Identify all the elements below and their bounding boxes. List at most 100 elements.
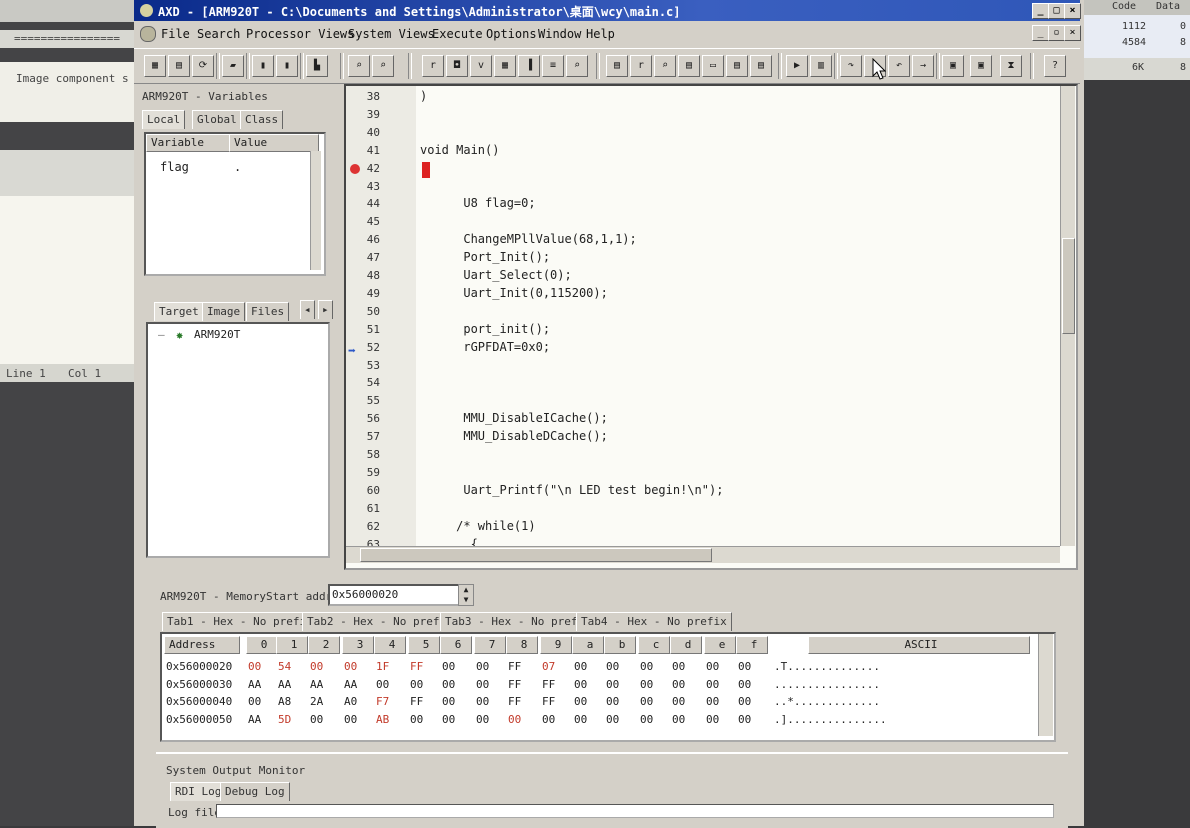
menu-search[interactable]: Search: [197, 27, 240, 41]
variables-scrollbar[interactable]: [310, 151, 321, 270]
memory-byte[interactable]: 00: [672, 678, 685, 691]
memory-byte[interactable]: 00: [248, 660, 261, 673]
code-line[interactable]: Uart_Printf("\n LED test begin!\n");: [420, 483, 723, 497]
memory-byte[interactable]: 00: [640, 660, 653, 673]
memory-byte[interactable]: 00: [476, 695, 489, 708]
minimize-button[interactable]: _: [1032, 3, 1049, 19]
code-line[interactable]: ): [420, 89, 427, 103]
load-debug-icon[interactable]: ▤: [168, 55, 190, 77]
memory-column-header[interactable]: 1: [276, 636, 308, 654]
memory-column-header[interactable]: c: [638, 636, 670, 654]
memory-byte[interactable]: F7: [376, 695, 389, 708]
memory-column-header[interactable]: e: [704, 636, 736, 654]
memory-column-header[interactable]: Address: [164, 636, 240, 654]
memory-column-header[interactable]: d: [670, 636, 702, 654]
memory-byte[interactable]: 00: [574, 713, 587, 726]
sys-view-2-icon[interactable]: r: [630, 55, 652, 77]
mdi-restore-button[interactable]: ▫: [1048, 25, 1065, 41]
mdi-minimize-button[interactable]: _: [1032, 25, 1049, 41]
log-file-field[interactable]: [216, 804, 1054, 818]
code-line[interactable]: port_init();: [420, 322, 550, 336]
memory-byte[interactable]: 00: [508, 713, 521, 726]
go-icon[interactable]: ▶: [786, 55, 808, 77]
memory-byte[interactable]: 5D: [278, 713, 291, 726]
code-line[interactable]: rGPFDAT=0x0;: [420, 340, 550, 354]
doc-icon[interactable]: [140, 26, 156, 42]
memory-tab-2[interactable]: Tab2 - Hex - No prefix: [302, 612, 458, 631]
sys-view-5-icon[interactable]: ▭: [702, 55, 724, 77]
memory-column-header[interactable]: a: [572, 636, 604, 654]
memory-column-header[interactable]: 2: [308, 636, 340, 654]
memory-byte[interactable]: 00: [310, 660, 323, 673]
find-icon[interactable]: ⌕: [348, 55, 370, 77]
memory-byte[interactable]: FF: [508, 695, 521, 708]
help-icon[interactable]: ?: [1044, 55, 1066, 77]
memory-byte[interactable]: 00: [476, 713, 489, 726]
memory-byte[interactable]: FF: [410, 660, 423, 673]
memory-byte[interactable]: AB: [376, 713, 389, 726]
memory-byte[interactable]: 00: [738, 695, 751, 708]
memory-byte[interactable]: 00: [574, 678, 587, 691]
hscroll-thumb[interactable]: [360, 548, 712, 562]
tab-scroll-right[interactable]: ▸: [318, 300, 333, 319]
menu-processor-views[interactable]: Processor Views: [246, 27, 354, 41]
memory-byte[interactable]: FF: [410, 695, 423, 708]
memory-byte[interactable]: 00: [706, 713, 719, 726]
memory-tab-1[interactable]: Tab1 - Hex - No prefix: [162, 612, 318, 631]
memory-tab-4[interactable]: Tab4 - Hex - No prefix: [576, 612, 732, 631]
memory-byte[interactable]: 00: [476, 660, 489, 673]
watchpoint-icon[interactable]: ▣: [970, 55, 992, 77]
variable-value[interactable]: .: [234, 160, 241, 174]
memory-byte[interactable]: 00: [672, 695, 685, 708]
menu-file[interactable]: File: [161, 27, 190, 41]
inspect-icon[interactable]: ⌕: [566, 55, 588, 77]
sys-view-4-icon[interactable]: ▤: [678, 55, 700, 77]
memory-byte[interactable]: 00: [344, 660, 357, 673]
memory-byte[interactable]: 00: [344, 713, 357, 726]
memory-byte[interactable]: 1F: [376, 660, 389, 673]
tab-rdi-log[interactable]: RDI Log: [170, 782, 227, 801]
memory-byte[interactable]: 00: [706, 660, 719, 673]
code-editor[interactable]: 38) 39 40 41 void Main() 42 43 44 U8 flag=0; 45 4…: [344, 84, 1078, 570]
tab-debug-log[interactable]: Debug Log: [220, 782, 290, 801]
registers-icon[interactable]: r: [422, 55, 444, 77]
load-image-icon[interactable]: ▦: [144, 55, 166, 77]
memory-byte[interactable]: 07: [542, 660, 555, 673]
memory-byte[interactable]: 00: [410, 713, 423, 726]
save-icon[interactable]: ▮: [252, 55, 274, 77]
run-to-cursor-icon[interactable]: →: [912, 55, 934, 77]
memory-byte[interactable]: A8: [278, 695, 291, 708]
menu-system-views[interactable]: System Views: [348, 27, 435, 41]
start-address-input[interactable]: 0x56000020: [328, 584, 462, 606]
column-value[interactable]: Value: [229, 134, 319, 152]
memory-byte[interactable]: 00: [376, 678, 389, 691]
memory-icon[interactable]: ▦: [494, 55, 516, 77]
code-line[interactable]: Port_Init();: [420, 250, 550, 264]
memory-byte[interactable]: FF: [508, 678, 521, 691]
tab-target[interactable]: Target: [154, 302, 204, 321]
column-variable[interactable]: Variable: [146, 134, 230, 152]
sys-view-7-icon[interactable]: ▤: [750, 55, 772, 77]
tab-global[interactable]: Global: [192, 110, 242, 129]
memory-byte[interactable]: 00: [542, 713, 555, 726]
code-line[interactable]: Uart_Select(0);: [420, 268, 571, 282]
memory-byte[interactable]: 00: [574, 660, 587, 673]
editor-vertical-scrollbar[interactable]: [1060, 86, 1075, 546]
variable-name[interactable]: flag: [160, 160, 189, 174]
memory-scrollbar[interactable]: [1038, 634, 1053, 736]
memory-column-header[interactable]: ASCII: [808, 636, 1030, 654]
memory-byte[interactable]: 2A: [310, 695, 323, 708]
memory-byte[interactable]: 00: [442, 713, 455, 726]
memory-byte[interactable]: 00: [672, 660, 685, 673]
disassembly-icon[interactable]: ≡: [542, 55, 564, 77]
watch-icon[interactable]: ◘: [446, 55, 468, 77]
memory-column-header[interactable]: 4: [374, 636, 406, 654]
memory-byte[interactable]: A0: [344, 695, 357, 708]
save-all-icon[interactable]: ▮: [276, 55, 298, 77]
menu-options[interactable]: Options: [486, 27, 537, 41]
memory-column-header[interactable]: 9: [540, 636, 572, 654]
maximize-button[interactable]: □: [1048, 3, 1065, 19]
memory-column-header[interactable]: f: [736, 636, 768, 654]
memory-byte[interactable]: AA: [344, 678, 357, 691]
open-file-icon[interactable]: ▰: [222, 55, 244, 77]
